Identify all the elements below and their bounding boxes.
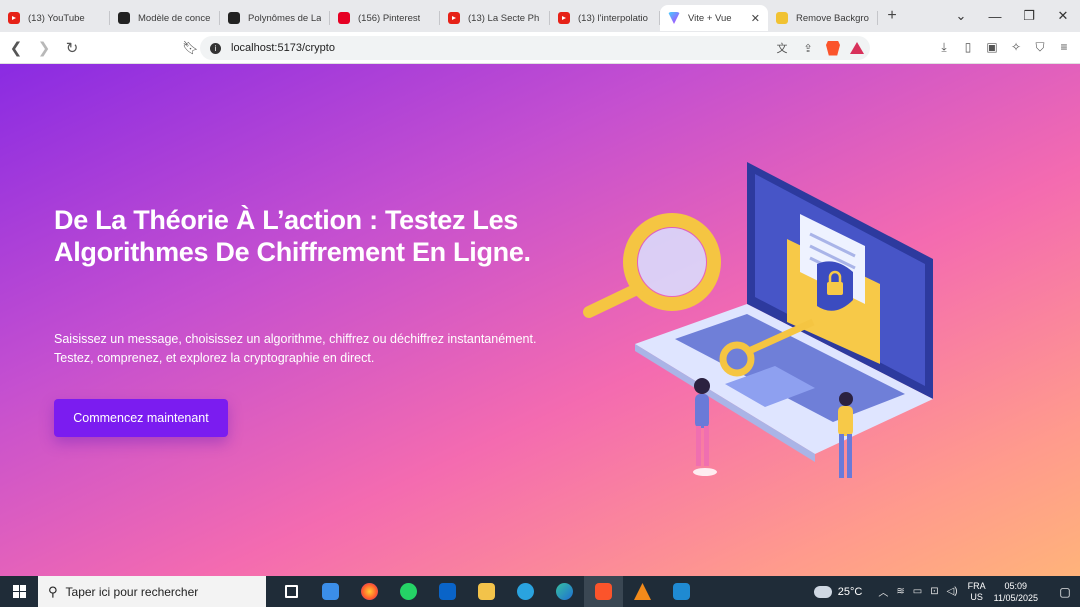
- windows-icon: [12, 585, 26, 598]
- weather-icon: [811, 580, 832, 598]
- taskbar-apps: [272, 576, 701, 607]
- hero-title: De La Théorie À L’action : Testez Les Al…: [54, 205, 531, 267]
- address-bar[interactable]: i localhost:5173/crypto 文 ⇪ 1: [200, 36, 870, 60]
- bookmark-icon[interactable]: 🔖︎: [182, 40, 199, 56]
- search-placeholder[interactable]: Taper ici pour rechercher: [66, 585, 199, 599]
- browser-tab[interactable]: (13) La Secte Ph: [440, 5, 550, 31]
- battery-icon[interactable]: ▭: [913, 586, 922, 597]
- pinterest-icon: [338, 12, 350, 24]
- tab-label: Modèle de conce: [138, 12, 211, 24]
- clock[interactable]: 05:09 11/05/2025: [994, 580, 1038, 604]
- store-icon[interactable]: [311, 576, 350, 607]
- brave-browser-icon[interactable]: [584, 576, 623, 607]
- telegram-icon[interactable]: [506, 576, 545, 607]
- hero-subtitle: Saisissez un message, choisissez un algo…: [54, 330, 554, 368]
- wallet-icon[interactable]: ▣: [984, 40, 1000, 55]
- hero-section: De La Théorie À L’action : Testez Les Al…: [0, 64, 1080, 576]
- system-tray: 25°C ︿ ≋ ▭ ⊡ ◁) FRA US 05:09 11/05/2025 …: [811, 576, 1080, 607]
- browser-tab[interactable]: (156) Pinterest: [330, 5, 440, 31]
- start-button[interactable]: [0, 576, 38, 607]
- share-icon[interactable]: ⇪: [800, 42, 816, 55]
- language-indicator[interactable]: FRA US: [968, 581, 986, 603]
- sidebar-icon[interactable]: ▯: [960, 40, 976, 55]
- volume-icon[interactable]: ◁): [947, 586, 958, 597]
- download-icon[interactable]: ⤓: [936, 40, 952, 55]
- person-man: [839, 392, 853, 406]
- browser-tab[interactable]: Vite + Vue ✕: [660, 5, 768, 31]
- youtube-icon: [558, 12, 570, 24]
- language-code: FRA: [967, 580, 986, 591]
- youtube-icon: [448, 12, 460, 24]
- browser-tab[interactable]: (13) l'interpolatio: [550, 5, 660, 31]
- toolbar-right: ⤓ ▯ ▣ ✧ ⛉ ≡: [936, 40, 1072, 55]
- close-window-button[interactable]: ✕: [1046, 8, 1080, 24]
- youtube-icon: [8, 12, 20, 24]
- brave-rewards-icon[interactable]: 1: [850, 42, 864, 54]
- task-view-icon[interactable]: [272, 576, 311, 607]
- person-woman: [694, 378, 710, 394]
- browser-tab[interactable]: Modèle de conce: [110, 5, 220, 31]
- weather-widget[interactable]: 25°C: [811, 580, 863, 598]
- firefox-icon[interactable]: [350, 576, 389, 607]
- minimize-button[interactable]: —: [978, 9, 1012, 24]
- keyboard-layout: US: [970, 591, 983, 602]
- rewards-badge: 1: [860, 42, 864, 46]
- browser-tab-strip: (13) YouTube Modèle de conce Polynômes de …: [0, 0, 1080, 32]
- brave-shields-icon[interactable]: [826, 40, 840, 56]
- tab-label: Remove Backgro: [796, 12, 869, 24]
- removebg-icon: [776, 12, 788, 24]
- window-controls: ⌄ — ❐ ✕: [944, 0, 1080, 32]
- tab-label: Vite + Vue: [688, 12, 732, 24]
- get-started-button[interactable]: Commencez maintenant: [54, 399, 228, 437]
- hero-subtitle-line1: Saisissez un message, choisissez un algo…: [54, 332, 537, 346]
- browser-toolbar: ❮ ❯ ↻ 🔖︎ i localhost:5173/crypto 文 ⇪ 1 ⤓…: [0, 32, 1080, 64]
- cryptography-illustration: [583, 162, 933, 478]
- drive-icon[interactable]: ⊡: [930, 586, 938, 597]
- lock-icon: [827, 282, 843, 295]
- site-info-icon[interactable]: i: [210, 42, 221, 54]
- temperature: 25°C: [837, 585, 863, 598]
- clock-time: 05:09: [1004, 580, 1028, 591]
- chatgpt-icon: [228, 12, 240, 24]
- tab-label: (13) La Secte Ph: [468, 12, 540, 24]
- windows-taskbar: ⚲ Taper ici pour rechercher 25°C ︿ ≋ ▭ ⊡…: [0, 576, 1080, 607]
- file-explorer-icon[interactable]: [467, 576, 506, 607]
- back-button[interactable]: ❮: [4, 39, 28, 57]
- chatgpt-icon: [118, 12, 130, 24]
- edge-icon[interactable]: [545, 576, 584, 607]
- hero-subtitle-line2: Testez, comprenez, et explorez la crypto…: [54, 351, 375, 365]
- notification-icon[interactable]: ▢: [1050, 585, 1080, 599]
- wifi-icon[interactable]: ≋: [896, 586, 904, 597]
- browser-tab[interactable]: Polynômes de La: [220, 5, 330, 31]
- vite-icon: [668, 12, 680, 24]
- browser-tab[interactable]: Remove Backgro: [768, 5, 878, 31]
- reload-button[interactable]: ↻: [60, 39, 84, 57]
- address-bar-actions: 文 ⇪ 1: [774, 40, 864, 56]
- url-text[interactable]: localhost:5173/crypto: [231, 42, 335, 54]
- tab-search-icon[interactable]: ⌄: [944, 8, 978, 24]
- search-icon: ⚲: [48, 583, 58, 599]
- chevron-up-icon[interactable]: ︿: [878, 584, 888, 599]
- vpn-icon[interactable]: ⛉: [1032, 40, 1048, 55]
- vscode-icon[interactable]: [662, 576, 701, 607]
- tab-label: (13) l'interpolatio: [578, 12, 648, 24]
- tab-list: (13) YouTube Modèle de conce Polynômes de …: [0, 1, 878, 31]
- vlc-icon[interactable]: [623, 576, 662, 607]
- tab-label: (156) Pinterest: [358, 12, 421, 24]
- clock-date: 11/05/2025: [993, 592, 1038, 603]
- tab-label: Polynômes de La: [248, 12, 322, 24]
- whatsapp-icon[interactable]: [389, 576, 428, 607]
- tab-label: (13) YouTube: [28, 12, 85, 24]
- forward-button[interactable]: ❯: [32, 39, 56, 57]
- new-tab-button[interactable]: +: [880, 7, 904, 25]
- outlook-icon[interactable]: [428, 576, 467, 607]
- restore-button[interactable]: ❐: [1012, 8, 1046, 24]
- browser-tab[interactable]: (13) YouTube: [0, 5, 110, 31]
- translate-icon[interactable]: 文: [774, 40, 790, 56]
- close-tab-icon[interactable]: ✕: [751, 12, 760, 25]
- menu-icon[interactable]: ≡: [1056, 40, 1072, 55]
- leo-ai-icon[interactable]: ✧: [1008, 40, 1024, 55]
- taskbar-search[interactable]: ⚲ Taper ici pour rechercher: [38, 576, 266, 607]
- tab-separator: [877, 11, 878, 25]
